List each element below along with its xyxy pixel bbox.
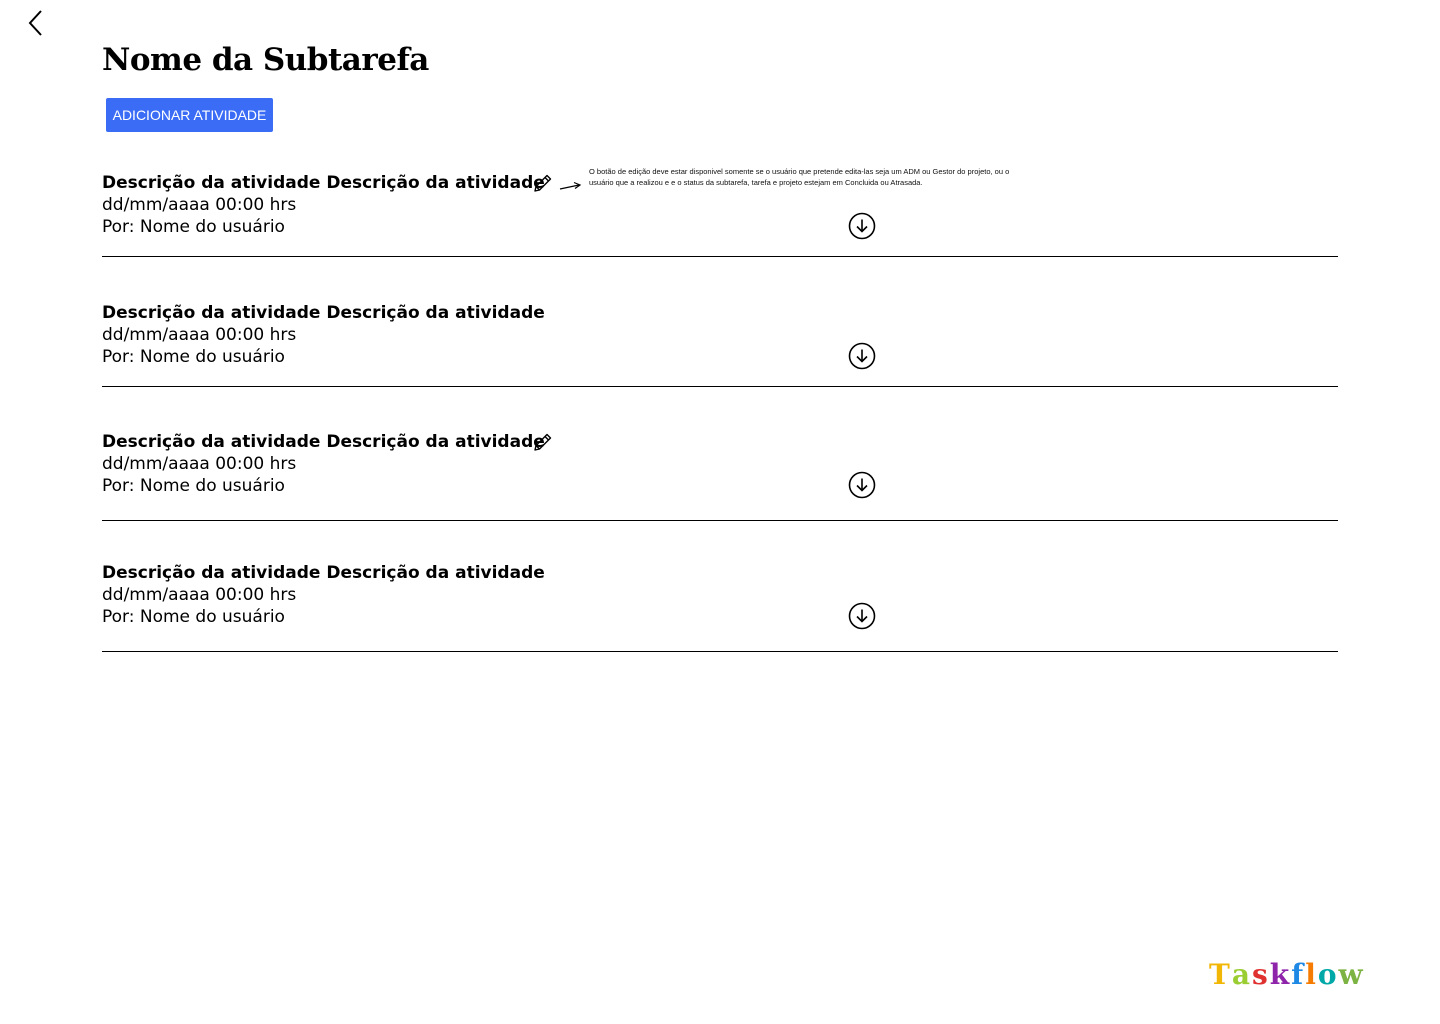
activity-datetime: dd/mm/aaaa 00:00 hrs <box>102 454 297 474</box>
logo-letter: T <box>1209 958 1232 991</box>
activity-description: Descrição da atividade Descrição da ativ… <box>102 303 545 323</box>
download-button[interactable] <box>848 212 876 240</box>
activity-item: Descrição da atividade Descrição da ativ… <box>102 302 1338 387</box>
activity-user: Por: Nome do usuário <box>102 607 285 627</box>
logo-letter: a <box>1231 958 1252 991</box>
download-circle-icon <box>848 212 876 240</box>
page-title: Nome da Subtarefa <box>102 42 429 78</box>
logo-letter: o <box>1317 958 1339 991</box>
download-button[interactable] <box>848 602 876 630</box>
add-activity-button[interactable]: ADICIONAR ATIVIDADE <box>106 98 273 132</box>
edit-button[interactable] <box>531 430 555 454</box>
activity-description: Descrição da atividade Descrição da ativ… <box>102 173 545 193</box>
activity-description: Descrição da atividade Descrição da ativ… <box>102 563 545 583</box>
activity-description: Descrição da atividade Descrição da ativ… <box>102 432 545 452</box>
download-circle-icon <box>848 602 876 630</box>
logo-letter: w <box>1338 958 1365 991</box>
download-circle-icon <box>848 471 876 499</box>
activity-user: Por: Nome do usuário <box>102 476 285 496</box>
activity-datetime: dd/mm/aaaa 00:00 hrs <box>102 585 297 605</box>
activity-datetime: dd/mm/aaaa 00:00 hrs <box>102 195 297 215</box>
activity-item: Descrição da atividade Descrição da ativ… <box>102 431 1338 521</box>
chevron-left-icon <box>28 10 42 36</box>
arrow-right-icon <box>559 181 582 190</box>
logo-letter: k <box>1269 958 1292 991</box>
edit-button[interactable] <box>531 171 555 195</box>
download-button[interactable] <box>848 471 876 499</box>
pencil-icon <box>534 433 552 451</box>
logo-letter: f <box>1291 958 1306 991</box>
logo-letter: l <box>1305 958 1318 991</box>
download-button[interactable] <box>848 342 876 370</box>
activity-user: Por: Nome do usuário <box>102 217 285 237</box>
activity-datetime: dd/mm/aaaa 00:00 hrs <box>102 325 297 345</box>
logo-letter: s <box>1252 958 1270 991</box>
back-button[interactable] <box>22 6 50 40</box>
annotation-note: O botão de edição deve estar disponivel … <box>589 167 1010 188</box>
taskflow-logo: Taskflow <box>1209 958 1365 991</box>
download-circle-icon <box>848 342 876 370</box>
activity-user: Por: Nome do usuário <box>102 347 285 367</box>
pencil-icon <box>534 174 552 192</box>
activity-item: Descrição da atividade Descrição da ativ… <box>102 562 1338 652</box>
